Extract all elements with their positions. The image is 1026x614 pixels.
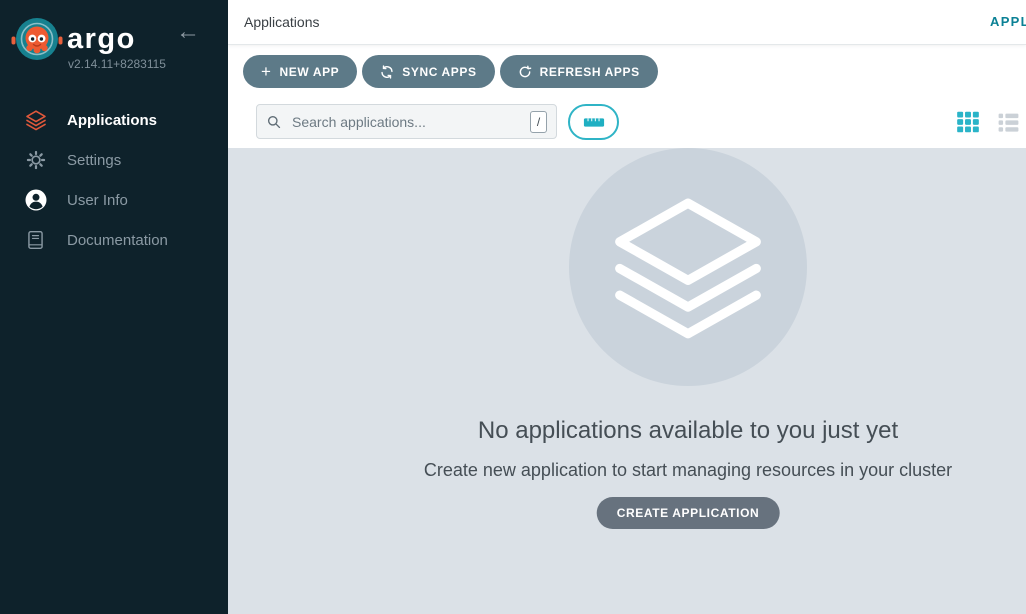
grid-icon [955,122,981,139]
sync-icon [380,65,394,79]
empty-state-circle [569,148,807,386]
empty-state-subtitle: Create new application to start managing… [424,460,952,481]
main-area: Applications APPLICATIONS + NEW APP SYNC… [228,0,1026,614]
applications-content-panel: No applications available to you just ye… [228,148,1026,614]
search-input[interactable] [290,113,530,131]
sidebar-item-label: Settings [67,152,121,169]
user-icon [23,188,48,213]
filter-toggle-button[interactable] [568,104,619,140]
sidebar-item-label: User Info [67,192,128,209]
brand-name: argo [67,23,136,56]
refresh-apps-button[interactable]: REFRESH APPS [500,55,658,88]
sync-apps-button[interactable]: SYNC APPS [362,55,494,88]
version-label: v2.14.11+8283115 [68,57,166,71]
search-icon [266,114,282,130]
empty-state-title: No applications available to you just ye… [478,417,898,445]
sidebar-item-label: Applications [67,112,157,129]
sidebar-item-documentation[interactable]: Documentation [0,220,228,260]
list-icon [996,122,1021,139]
sidebar-item-label: Documentation [67,232,168,249]
argo-octopus-logo-icon [11,15,63,67]
book-icon [23,228,48,253]
refresh-apps-button-label: REFRESH APPS [540,65,640,79]
sync-apps-button-label: SYNC APPS [402,65,476,79]
sidebar-item-settings[interactable]: Settings [0,140,228,180]
argo-cd-window: argo v2.14.11+8283115 ← Applications [0,0,1026,614]
new-app-button-label: NEW APP [280,65,340,79]
search-box: / [256,104,557,139]
toolbar: + NEW APP SYNC APPS [243,55,658,88]
create-application-button[interactable]: CREATE APPLICATION [597,497,780,529]
ruler-icon [583,116,605,129]
refresh-icon [518,65,532,79]
grid-view-toggle[interactable] [955,109,981,135]
collapse-sidebar-arrow-icon[interactable]: ← [176,20,200,44]
layers-large-icon [599,178,777,356]
breadcrumb: Applications [244,14,320,30]
sidebar-item-user-info[interactable]: User Info [0,180,228,220]
top-nav-applications-link[interactable]: APPLICATIONS [990,14,1026,29]
list-view-toggle[interactable] [996,110,1021,135]
sidebar-nav: Applications Settings [0,100,228,260]
slash-shortcut-hint: / [530,111,547,133]
plus-icon: + [261,63,272,80]
new-app-button[interactable]: + NEW APP [243,55,357,88]
sidebar: argo v2.14.11+8283115 ← Applications [0,0,228,614]
top-bar: Applications APPLICATIONS [228,0,1026,45]
layers-icon [23,108,48,133]
sidebar-item-applications[interactable]: Applications [0,100,228,140]
gear-icon [23,148,48,173]
